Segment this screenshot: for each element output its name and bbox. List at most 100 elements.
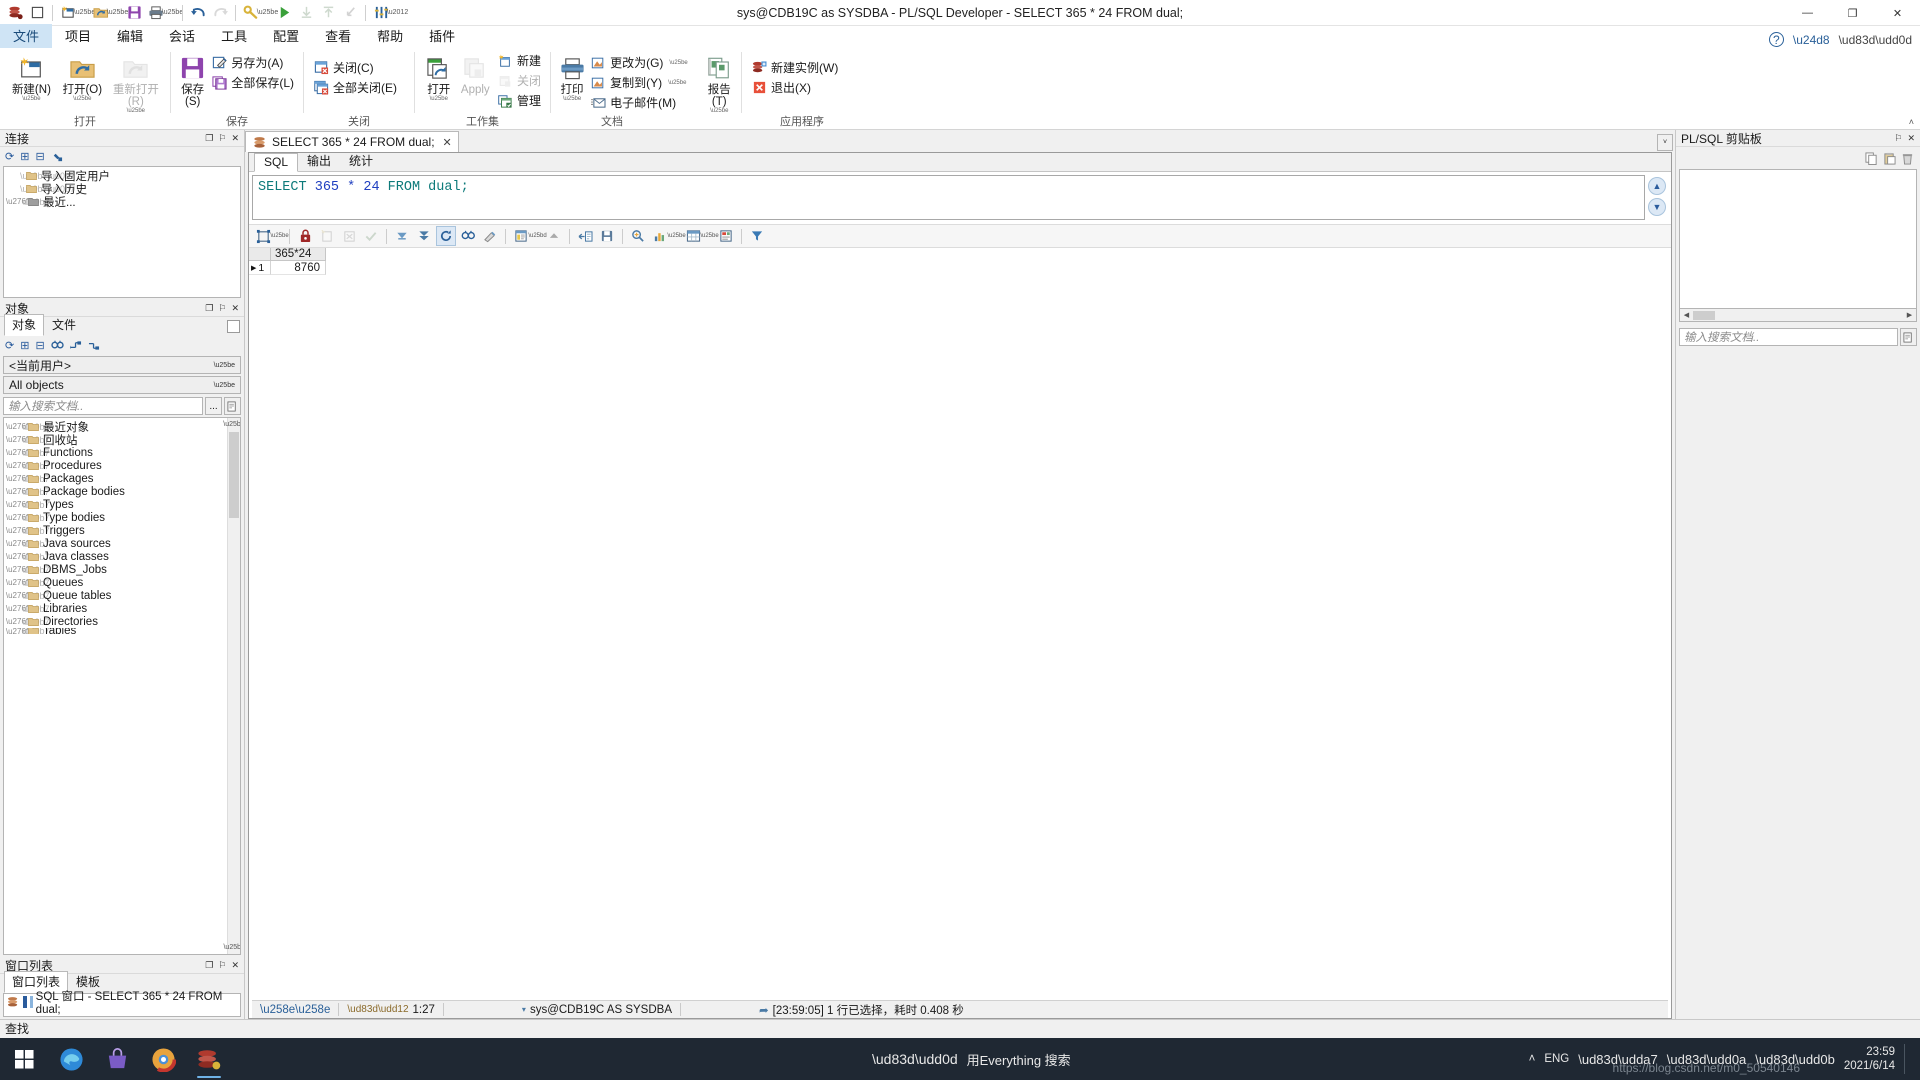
close-icon[interactable]: ✕ xyxy=(231,303,239,314)
tray-network-icon[interactable]: \ud83d\udda7 xyxy=(1578,1052,1658,1067)
tree-item-recent-objects[interactable]: \u276f\u00b7 最近对象 xyxy=(4,420,240,433)
save-icon[interactable] xyxy=(123,2,145,24)
maximize-button[interactable]: ❐ xyxy=(1830,0,1875,26)
tray-volume-icon[interactable]: \ud83d\udd0a xyxy=(1667,1052,1747,1067)
export-query-icon[interactable] xyxy=(575,226,595,246)
clipboard-search-browse-button[interactable] xyxy=(1900,328,1917,346)
close-icon[interactable]: ✕ xyxy=(1907,133,1915,144)
exit-button[interactable]: 退出(X) xyxy=(748,78,841,97)
chevron-right-icon[interactable]: \u276f xyxy=(12,448,22,457)
tree-item-triggers[interactable]: \u276f\u00b7 Triggers xyxy=(4,524,240,537)
undo-icon[interactable] xyxy=(187,2,209,24)
chevron-down-icon[interactable]: \u25be xyxy=(112,9,123,16)
scrollbar-thumb[interactable] xyxy=(229,432,239,518)
table-row[interactable]: ▶ 1 8760 xyxy=(249,261,1671,275)
ribbon-collapse-icon[interactable]: ˄ xyxy=(1909,117,1914,127)
chevron-right-icon[interactable]: \u276f xyxy=(12,604,22,613)
refresh-grid-icon[interactable] xyxy=(436,226,456,246)
expand-all-icon[interactable]: ⊞ xyxy=(20,150,29,163)
execute-icon[interactable] xyxy=(273,2,295,24)
workset-new-button[interactable]: 新建 xyxy=(494,51,544,70)
tree-item-recycle-bin[interactable]: \u276f\u00b7 回收站 xyxy=(4,433,240,446)
chevron-down-icon[interactable]: \u25be xyxy=(79,9,90,16)
tree-item-import-fixed-user[interactable]: \u00b7\u00b7 导入固定用户 xyxy=(4,169,240,182)
menu-tab-project[interactable]: 项目 xyxy=(52,24,104,48)
chevron-down-icon[interactable]: \u25be xyxy=(275,233,284,239)
new-instance-button[interactable]: 新建实例(W) xyxy=(748,58,841,77)
chevron-down-icon[interactable]: ▾ xyxy=(522,1005,526,1014)
close-icon[interactable]: ✕ xyxy=(231,960,239,971)
owner-select[interactable]: <当前用户> \u25be xyxy=(3,356,241,374)
chevron-right-icon[interactable]: \u276f xyxy=(12,513,22,522)
chevron-down-icon[interactable]: \u25be xyxy=(668,80,686,86)
chevron-down-icon[interactable]: \u25be xyxy=(705,233,714,239)
tray-expand-icon[interactable]: ˄ xyxy=(1529,1053,1536,1065)
pin-icon[interactable]: ⚐ xyxy=(1894,133,1902,144)
objects-search-ellipsis-button[interactable]: ... xyxy=(205,397,222,415)
tab-files[interactable]: 文件 xyxy=(44,314,84,336)
chevron-right-icon[interactable]: \u276f xyxy=(12,197,22,206)
tree-item-type-bodies[interactable]: \u276f\u00b7 Type bodies xyxy=(4,511,240,524)
lock-icon[interactable] xyxy=(295,226,315,246)
tree-item-libraries[interactable]: \u276f\u00b7 Libraries xyxy=(4,602,240,615)
chevron-down-icon[interactable]: \u25be xyxy=(563,96,581,103)
scroll-right-icon[interactable]: ▶ xyxy=(1903,311,1916,319)
objects-search-browse-button[interactable] xyxy=(224,397,241,415)
save-as-button[interactable]: 另存为(A) xyxy=(208,53,297,72)
find-object-icon[interactable] xyxy=(51,340,64,351)
menu-tab-tools[interactable]: 工具 xyxy=(208,24,260,48)
chevron-right-icon[interactable]: \u276f xyxy=(12,526,22,535)
scrollbar-thumb[interactable] xyxy=(1693,311,1715,320)
start-button[interactable] xyxy=(0,1038,48,1080)
chevron-right-icon[interactable]: \u276f xyxy=(12,539,22,548)
fetch-next-page-icon[interactable] xyxy=(392,226,412,246)
tab-statistics[interactable]: 统计 xyxy=(340,151,382,171)
clear-clipboard-icon[interactable] xyxy=(1901,152,1914,165)
chevron-down-icon[interactable]: \u25be xyxy=(22,96,40,103)
chevron-down-icon[interactable]: \u25bd xyxy=(533,233,542,239)
taskbar-store-icon[interactable] xyxy=(94,1038,140,1080)
menu-tab-edit[interactable]: 编辑 xyxy=(104,24,156,48)
chevron-down-icon[interactable]: \u25be xyxy=(73,96,91,103)
scroll-down-icon[interactable]: \u25bc xyxy=(228,941,240,954)
collapse-all-icon[interactable]: ⊟ xyxy=(35,339,44,352)
filter-grid-icon[interactable] xyxy=(747,226,767,246)
save-all-button[interactable]: 全部保存(L) xyxy=(208,73,297,92)
tree-item-import-history[interactable]: \u00b7\u00b7 导入历史 xyxy=(4,182,240,195)
objects-panel-options-icon[interactable] xyxy=(227,320,240,333)
tree-item-java-sources[interactable]: \u276f\u00b7 Java sources xyxy=(4,537,240,550)
new-connection-icon[interactable] xyxy=(51,151,63,163)
chevron-down-icon[interactable]: \u25be xyxy=(672,233,681,239)
tree-item-package-bodies[interactable]: \u276f\u00b7 Package bodies xyxy=(4,485,240,498)
menu-tab-file[interactable]: 文件 xyxy=(0,24,52,48)
objects-search-input[interactable]: 输入搜索文档.. xyxy=(3,397,203,415)
workset-manage-button[interactable]: 管理 xyxy=(494,91,544,110)
minimize-button[interactable]: — xyxy=(1785,0,1830,26)
sql-prev-statement-button[interactable]: ▲ xyxy=(1648,177,1666,195)
email-button[interactable]: 电子邮件(M) xyxy=(587,93,691,112)
chevron-right-icon[interactable]: \u276f xyxy=(12,500,22,509)
sql-next-statement-button[interactable]: ▼ xyxy=(1648,198,1666,216)
tray-ime-icon[interactable]: ENG xyxy=(1544,1053,1569,1065)
filter-up-icon[interactable] xyxy=(88,340,100,351)
pin-icon[interactable]: ⚐ xyxy=(218,303,226,314)
fetch-last-page-icon[interactable] xyxy=(414,226,434,246)
copy-to-button[interactable]: 复制到(Y) \u25be xyxy=(587,73,691,92)
change-to-button[interactable]: 更改为(G) \u25be xyxy=(587,53,691,72)
everything-search-box[interactable]: \ud83d\udd0d 用Everything 搜索 xyxy=(872,1050,1071,1069)
document-tab-sql[interactable]: SELECT 365 * 24 FROM dual; ✕ xyxy=(245,131,459,152)
expand-all-icon[interactable]: ⊞ xyxy=(20,339,29,352)
chevron-down-icon[interactable]: \u25be xyxy=(430,96,448,103)
tree-item-queue-tables[interactable]: \u276f\u00b7 Queue tables xyxy=(4,589,240,602)
taskbar-edge-icon[interactable] xyxy=(48,1038,94,1080)
close-all-button[interactable]: 全部关闭(E) xyxy=(310,78,400,97)
help-icon[interactable]: ? xyxy=(1769,32,1784,47)
chevron-right-icon[interactable]: \u276f xyxy=(12,461,22,470)
result-grid[interactable]: 365*24 ▶ 1 8760 xyxy=(249,248,1671,998)
chevron-down-icon[interactable]: \u25be xyxy=(214,382,238,389)
open-button[interactable]: 打开(O) \u25be xyxy=(57,51,108,103)
tree-item-java-classes[interactable]: \u276f\u00b7 Java classes xyxy=(4,550,240,563)
tray-battery-icon[interactable]: \ud83d\udd0b xyxy=(1755,1052,1835,1067)
find-in-grid-icon[interactable] xyxy=(458,226,478,246)
menu-tab-configure[interactable]: 配置 xyxy=(260,24,312,48)
